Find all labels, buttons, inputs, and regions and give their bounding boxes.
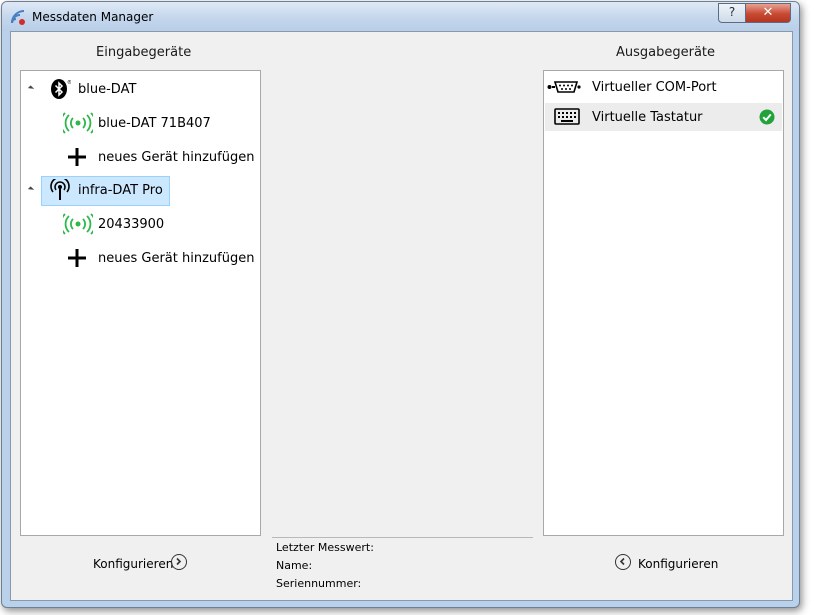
add-device-blue-dat[interactable]: neues Gerät hinzufügen	[21, 143, 260, 171]
help-label: ?	[728, 5, 736, 19]
chevron-left-circle-icon	[615, 554, 631, 570]
configure-label: Konfigurieren	[93, 557, 174, 571]
expand-arrow-icon[interactable]	[27, 186, 35, 193]
output-configure-button[interactable]: Konfigurieren	[615, 554, 725, 574]
tree-group-label: infra-DAT Pro	[78, 183, 163, 198]
tree-group-infra-dat-pro[interactable]: infra-DAT Pro	[21, 176, 260, 206]
device-label: blue-DAT 71B407	[98, 116, 211, 131]
device-label: 20433900	[98, 217, 165, 232]
app-window: Messdaten Manager ? ✕ Eingabegeräte ® bl…	[1, 1, 800, 608]
tree-group-blue-dat[interactable]: ® blue-DAT	[21, 75, 260, 103]
output-item-label: Virtueller COM-Port	[592, 80, 717, 95]
wireless-signal-icon	[63, 213, 93, 235]
plus-icon	[68, 249, 86, 267]
name-label: Name:	[276, 559, 313, 572]
input-devices-header: Eingabegeräte	[96, 45, 192, 60]
wireless-signal-icon	[63, 112, 93, 134]
add-device-infra-dat-pro[interactable]: neues Gerät hinzufügen	[21, 244, 260, 272]
keyboard-icon	[554, 108, 580, 125]
close-icon: ✕	[762, 5, 774, 20]
last-value-label: Letzter Messwert:	[276, 541, 374, 554]
add-device-label: neues Gerät hinzufügen	[98, 150, 255, 165]
output-item-virtual-keyboard[interactable]: Virtuelle Tastatur	[545, 103, 782, 131]
svg-text:®: ®	[67, 79, 71, 86]
input-devices-tree[interactable]: ® blue-DAT blue-DAT 71B407	[20, 70, 261, 536]
tree-device-20433900[interactable]: 20433900	[21, 210, 260, 238]
check-circle-icon	[759, 109, 775, 125]
help-button[interactable]: ?	[718, 3, 746, 23]
chevron-right-circle-icon	[171, 554, 187, 570]
output-item-label: Virtuelle Tastatur	[592, 110, 703, 125]
client-area: Eingabegeräte ® blue-DAT	[10, 31, 793, 601]
serial-port-icon	[547, 81, 581, 93]
app-signal-icon	[11, 10, 25, 25]
info-divider	[272, 537, 533, 538]
expand-arrow-icon[interactable]	[27, 85, 35, 92]
output-item-com-port[interactable]: Virtueller COM-Port	[544, 73, 783, 101]
serial-number-label: Seriennummer:	[276, 577, 362, 590]
infrared-antenna-icon	[50, 179, 70, 200]
close-button[interactable]: ✕	[745, 3, 791, 23]
output-devices-list[interactable]: Virtueller COM-Port Virtuelle Tastatur	[543, 70, 784, 536]
window-title: Messdaten Manager	[32, 10, 154, 24]
title-bar[interactable]: Messdaten Manager ? ✕	[2, 2, 799, 31]
configure-label: Konfigurieren	[638, 557, 719, 571]
output-devices-header: Ausgabegeräte	[616, 45, 716, 60]
add-device-label: neues Gerät hinzufügen	[98, 251, 255, 266]
tree-device-blue-dat-71b407[interactable]: blue-DAT 71B407	[21, 109, 260, 137]
bluetooth-icon: ®	[51, 79, 71, 99]
tree-group-label: blue-DAT	[78, 82, 137, 97]
plus-icon	[68, 148, 86, 166]
input-configure-button[interactable]: Konfigurieren	[93, 554, 193, 574]
